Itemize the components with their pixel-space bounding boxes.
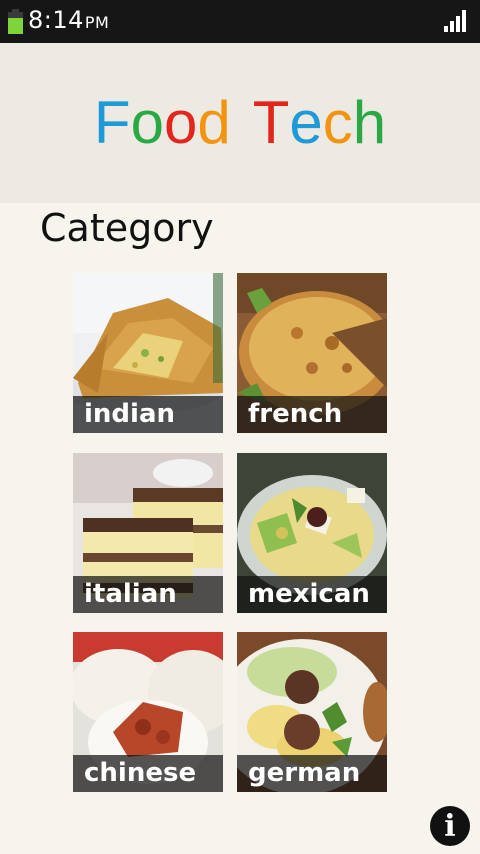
category-label: german [248, 758, 361, 788]
logo-letter: c [322, 89, 353, 156]
logo-letter: T [252, 89, 290, 156]
category-tile-german[interactable]: german [237, 632, 387, 792]
logo-letter: e [289, 89, 323, 156]
category-label: indian [84, 399, 175, 429]
category-tile-mexican[interactable]: mexican [237, 453, 387, 613]
category-label: mexican [248, 579, 370, 609]
info-button[interactable]: i [430, 806, 470, 846]
time-value: 8:14 [28, 6, 84, 34]
category-tile-chinese[interactable]: chinese [73, 632, 223, 792]
logo-letter: d [197, 89, 231, 156]
category-tile-italian[interactable]: italian [73, 453, 223, 613]
logo-letter: h [352, 89, 387, 156]
category-tile-french[interactable]: french [237, 273, 387, 433]
status-bar: 8:14PM [0, 0, 480, 43]
category-tile-indian[interactable]: indian [73, 273, 223, 433]
time-ampm: PM [84, 13, 110, 32]
logo-letter: o [130, 89, 164, 156]
category-label: italian [84, 579, 177, 609]
category-label: chinese [84, 758, 197, 788]
logo-letter: F [93, 89, 131, 156]
app-logo-title: Food Tech [0, 88, 480, 158]
status-time: 8:14PM [28, 6, 109, 34]
category-label: french [248, 399, 343, 429]
section-title: Category [40, 206, 214, 250]
signal-icon [444, 10, 468, 32]
logo-letter: o [163, 89, 198, 156]
battery-icon [8, 9, 23, 34]
info-icon: i [444, 809, 456, 844]
